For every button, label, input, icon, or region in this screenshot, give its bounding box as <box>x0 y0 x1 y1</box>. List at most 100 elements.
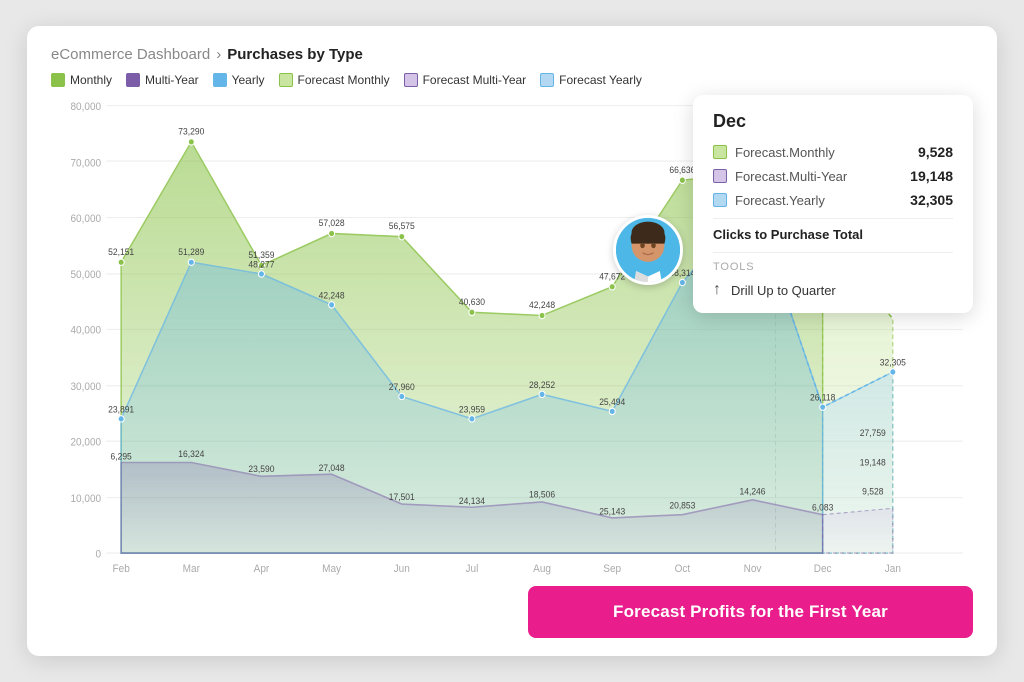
chart-area: 80,000 70,000 60,000 50,000 40,000 30,00… <box>51 95 973 585</box>
tooltip-row-forecast-multiyear: Forecast.Multi-Year 19,148 <box>713 168 953 184</box>
chart-legend: Monthly Multi-Year Yearly Forecast Month… <box>51 73 973 87</box>
svg-text:23,891: 23,891 <box>108 404 134 414</box>
tooltip-label-forecast-yearly: Forecast.Yearly <box>735 193 825 208</box>
forecast-cta-button[interactable]: Forecast Profits for the First Year <box>528 586 973 638</box>
legend-multiyear: Multi-Year <box>126 73 199 87</box>
tooltip-divider-2 <box>713 252 953 253</box>
svg-text:28,252: 28,252 <box>529 380 555 390</box>
svg-text:57,028: 57,028 <box>319 218 345 228</box>
svg-text:Dec: Dec <box>814 564 832 575</box>
svg-text:25,143: 25,143 <box>599 506 625 516</box>
tooltip-label-wrap-yearly: Forecast.Yearly <box>713 193 825 208</box>
user-avatar <box>613 215 683 285</box>
legend-dot-forecast-multiyear <box>404 73 418 87</box>
svg-text:48,277: 48,277 <box>248 259 274 269</box>
legend-dot-monthly <box>51 73 65 87</box>
tooltip-title: Dec <box>713 111 953 132</box>
legend-label-forecast-multiyear: Forecast Multi-Year <box>423 73 527 87</box>
tooltip-dot-forecast-yearly <box>713 193 727 207</box>
tooltip-dot-forecast-monthly <box>713 145 727 159</box>
svg-text:80,000: 80,000 <box>70 102 101 113</box>
tooltip-drill-action[interactable]: ↑ Drill Up to Quarter <box>713 281 953 299</box>
svg-text:60,000: 60,000 <box>70 214 101 225</box>
svg-text:40,000: 40,000 <box>70 325 101 336</box>
header: eCommerce Dashboard › Purchases by Type <box>51 46 973 63</box>
svg-text:10,000: 10,000 <box>70 494 101 505</box>
svg-text:23,590: 23,590 <box>248 464 274 474</box>
tooltip-row-forecast-yearly: Forecast.Yearly 32,305 <box>713 192 953 208</box>
legend-label-yearly: Yearly <box>232 73 265 87</box>
tooltip-label-forecast-monthly: Forecast.Monthly <box>735 145 835 160</box>
drill-up-icon: ↑ <box>713 281 721 299</box>
legend-monthly: Monthly <box>51 73 112 87</box>
svg-text:18,506: 18,506 <box>529 489 555 499</box>
svg-text:6,083: 6,083 <box>812 502 833 512</box>
svg-text:Nov: Nov <box>744 564 763 575</box>
tooltip-dot-forecast-multiyear <box>713 169 727 183</box>
legend-dot-forecast-monthly <box>279 73 293 87</box>
legend-dot-multiyear <box>126 73 140 87</box>
legend-forecast-yearly: Forecast Yearly <box>540 73 642 87</box>
svg-text:32,305: 32,305 <box>880 357 906 367</box>
svg-text:40,630: 40,630 <box>459 297 485 307</box>
svg-text:Oct: Oct <box>675 564 691 575</box>
legend-label-forecast-monthly: Forecast Monthly <box>298 73 390 87</box>
dashboard-card: eCommerce Dashboard › Purchases by Type … <box>27 26 997 656</box>
tooltip-row-forecast-monthly: Forecast.Monthly 9,528 <box>713 144 953 160</box>
svg-text:27,759: 27,759 <box>860 428 886 438</box>
svg-text:20,853: 20,853 <box>669 500 695 510</box>
legend-label-multiyear: Multi-Year <box>145 73 199 87</box>
tooltip-label-wrap-monthly: Forecast.Monthly <box>713 145 835 160</box>
tooltip-subtitle: Clicks to Purchase Total <box>713 227 953 242</box>
svg-text:24,134: 24,134 <box>459 496 485 506</box>
svg-text:0: 0 <box>96 549 102 560</box>
legend-label-monthly: Monthly <box>70 73 112 87</box>
legend-label-forecast-yearly: Forecast Yearly <box>559 73 642 87</box>
svg-text:Jan: Jan <box>885 564 901 575</box>
tooltip-value-forecast-monthly: 9,528 <box>918 144 953 160</box>
svg-text:26,118: 26,118 <box>810 392 836 402</box>
tooltip-value-forecast-yearly: 32,305 <box>910 192 953 208</box>
svg-text:51,289: 51,289 <box>178 247 204 257</box>
svg-text:17,501: 17,501 <box>389 492 415 502</box>
svg-text:52,151: 52,151 <box>108 247 134 257</box>
tooltip-panel: Dec Forecast.Monthly 9,528 Forecast.Mult… <box>693 95 973 313</box>
breadcrumb-sep: › <box>216 46 221 63</box>
svg-text:14,246: 14,246 <box>740 486 766 496</box>
legend-dot-yearly <box>213 73 227 87</box>
svg-text:Feb: Feb <box>113 564 130 575</box>
svg-text:Sep: Sep <box>603 564 621 575</box>
svg-text:19,148: 19,148 <box>860 457 886 467</box>
svg-text:27,048: 27,048 <box>319 463 345 473</box>
svg-text:Apr: Apr <box>254 564 270 575</box>
tooltip-value-forecast-multiyear: 19,148 <box>910 168 953 184</box>
tooltip-label-forecast-multiyear: Forecast.Multi-Year <box>735 169 847 184</box>
legend-forecast-monthly: Forecast Monthly <box>279 73 390 87</box>
svg-text:9,528: 9,528 <box>862 486 883 496</box>
svg-text:Mar: Mar <box>183 564 201 575</box>
legend-forecast-multiyear: Forecast Multi-Year <box>404 73 527 87</box>
svg-text:56,575: 56,575 <box>389 221 415 231</box>
svg-text:6,295: 6,295 <box>111 451 132 461</box>
breadcrumb-current: Purchases by Type <box>227 46 363 63</box>
tooltip-drill-label: Drill Up to Quarter <box>731 283 836 298</box>
tooltip-tools-label: TOOLS <box>713 261 953 273</box>
legend-dot-forecast-yearly <box>540 73 554 87</box>
tooltip-divider <box>713 218 953 219</box>
svg-text:Jun: Jun <box>394 564 410 575</box>
svg-text:70,000: 70,000 <box>70 158 101 169</box>
legend-yearly: Yearly <box>213 73 265 87</box>
svg-text:23,959: 23,959 <box>459 404 485 414</box>
svg-text:Aug: Aug <box>533 564 551 575</box>
svg-text:May: May <box>322 564 342 575</box>
svg-text:42,248: 42,248 <box>529 300 555 310</box>
svg-text:50,000: 50,000 <box>70 270 101 281</box>
svg-text:27,960: 27,960 <box>389 382 415 392</box>
svg-text:30,000: 30,000 <box>70 382 101 393</box>
breadcrumb-base: eCommerce Dashboard <box>51 46 210 63</box>
svg-text:20,000: 20,000 <box>70 437 101 448</box>
svg-text:Jul: Jul <box>466 564 479 575</box>
svg-text:16,324: 16,324 <box>178 449 204 459</box>
svg-text:25,494: 25,494 <box>599 397 625 407</box>
svg-text:66,636: 66,636 <box>669 165 695 175</box>
